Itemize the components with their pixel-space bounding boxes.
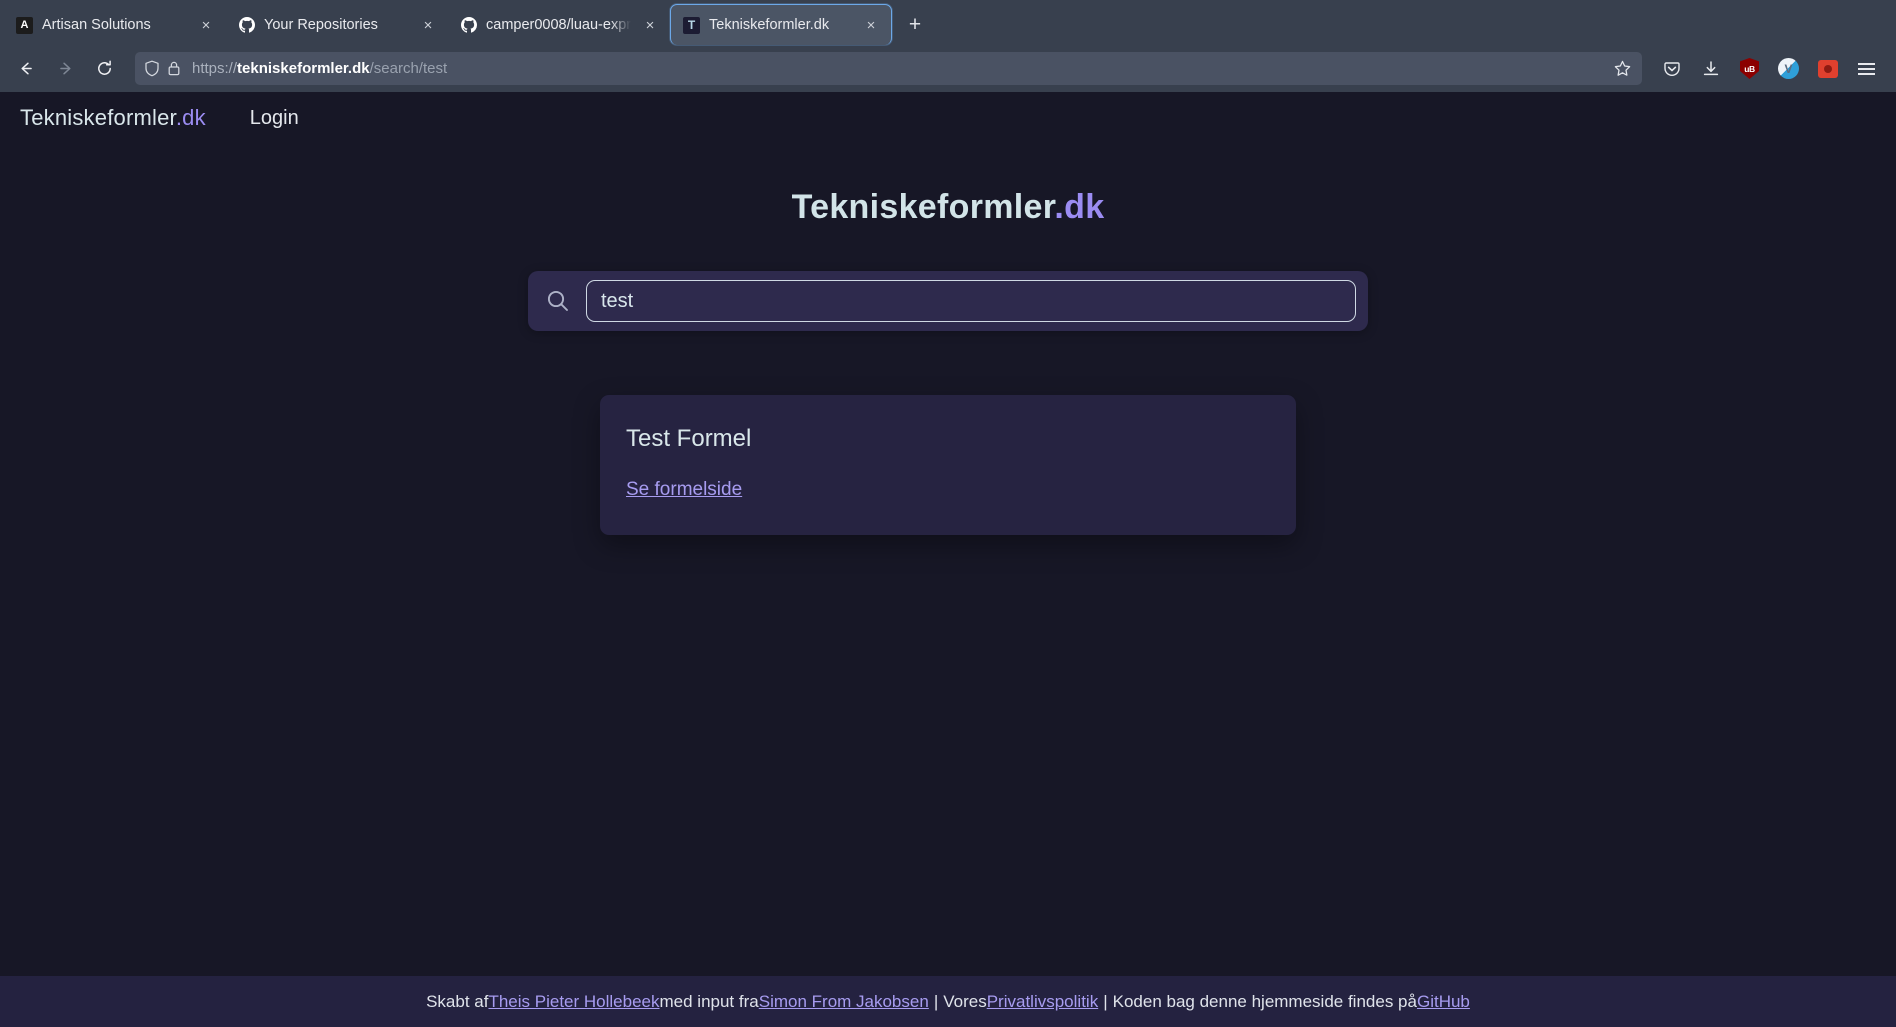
footer-prefix: Skabt af: [426, 992, 488, 1012]
tab-title: camper0008/luau-express: [486, 17, 631, 33]
site-navbar: Tekniskeformler.dk Login: [0, 92, 1896, 144]
camera-shape: [1818, 60, 1838, 78]
site-footer: Skabt af Theis Pieter Hollebeek med inpu…: [0, 976, 1896, 1027]
download-icon[interactable]: [1693, 52, 1728, 85]
page-body: Tekniskeformler.dk Login Tekniskeformler…: [0, 92, 1896, 1027]
shield-icon[interactable]: [144, 60, 160, 77]
close-icon[interactable]: ×: [861, 15, 881, 35]
new-tab-button[interactable]: +: [898, 8, 932, 42]
extension-circle-glyph: V: [1778, 58, 1799, 79]
brand-tld: .dk: [176, 105, 206, 130]
app-menu-icon[interactable]: [1849, 52, 1884, 85]
footer-link-github[interactable]: GitHub: [1417, 992, 1470, 1012]
ublock-shield: uB: [1740, 58, 1759, 79]
letter-t-icon: T: [683, 17, 700, 34]
footer-separator-1: |: [929, 992, 943, 1012]
browser-tab-artisan-solutions[interactable]: A Artisan Solutions ×: [4, 5, 226, 45]
footer-separator-2: |: [1098, 992, 1112, 1012]
tab-title: Artisan Solutions: [42, 17, 187, 33]
footer-middle: med input fra: [660, 992, 759, 1012]
brand-name: Tekniskeformler: [20, 105, 176, 130]
url-host: tekniskeformler.dk: [237, 60, 370, 77]
search-results: Test Formel Se formelside: [600, 395, 1296, 535]
tab-title: Your Repositories: [264, 17, 409, 33]
nav-item-login[interactable]: Login: [250, 107, 299, 130]
github-icon: [460, 17, 477, 34]
reload-button[interactable]: [86, 52, 123, 86]
browser-tab-tekniskeformler[interactable]: T Tekniskeformler.dk ×: [670, 4, 892, 45]
page-title: Tekniskeformler.dk: [792, 188, 1105, 227]
main-content: Tekniskeformler.dk Test Formel Se formel…: [0, 144, 1896, 976]
screenshot-extension-icon[interactable]: [1810, 52, 1845, 85]
forward-button: [47, 52, 84, 86]
page-title-name: Tekniskeformler: [792, 188, 1055, 226]
url-path: /search/test: [370, 60, 448, 77]
url-text[interactable]: https://tekniskeformler.dk/search/test: [188, 60, 1606, 77]
site-brand[interactable]: Tekniskeformler.dk: [20, 105, 206, 131]
result-title: Test Formel: [626, 425, 1270, 453]
github-icon: [238, 17, 255, 34]
search-bar: [528, 271, 1368, 331]
close-icon[interactable]: ×: [418, 15, 438, 35]
tab-title: Tekniskeformler.dk: [709, 17, 852, 33]
search-icon: [540, 283, 576, 319]
footer-link-author[interactable]: Theis Pieter Hollebeek: [488, 992, 659, 1012]
close-icon[interactable]: ×: [640, 15, 660, 35]
footer-link-contributor[interactable]: Simon From Jakobsen: [759, 992, 929, 1012]
ublock-origin-icon[interactable]: uB: [1732, 52, 1767, 85]
hamburger-glyph: [1858, 63, 1875, 75]
result-card[interactable]: Test Formel Se formelside: [600, 395, 1296, 535]
close-icon[interactable]: ×: [196, 15, 216, 35]
browser-chrome: A Artisan Solutions × Your Repositories …: [0, 0, 1896, 92]
navigation-toolbar: https://tekniskeformler.dk/search/test u…: [0, 45, 1896, 92]
pocket-save-icon[interactable]: [1654, 52, 1689, 85]
address-bar[interactable]: https://tekniskeformler.dk/search/test: [135, 52, 1642, 85]
result-link-se-formelside[interactable]: Se formelside: [626, 479, 742, 501]
browser-tab-camper0008-luau-express[interactable]: camper0008/luau-express ×: [448, 5, 670, 45]
bookmark-star-icon[interactable]: [1613, 59, 1634, 78]
back-button[interactable]: [8, 52, 45, 86]
tab-strip: A Artisan Solutions × Your Repositories …: [0, 0, 1896, 45]
letter-a-icon: A: [16, 17, 33, 34]
page-title-tld: .dk: [1054, 188, 1104, 226]
search-input[interactable]: [586, 280, 1356, 322]
url-scheme: https://: [192, 60, 237, 77]
extensions-toolbar: uB V: [1654, 52, 1884, 85]
footer-code-text: Koden bag denne hjemmeside findes på: [1113, 992, 1417, 1012]
footer-link-privacy[interactable]: Privatlivspolitik: [987, 992, 1098, 1012]
browser-tab-your-repositories[interactable]: Your Repositories ×: [226, 5, 448, 45]
footer-vores: Vores: [943, 992, 986, 1012]
lock-icon[interactable]: [167, 60, 181, 77]
extension-circle-icon[interactable]: V: [1771, 52, 1806, 85]
